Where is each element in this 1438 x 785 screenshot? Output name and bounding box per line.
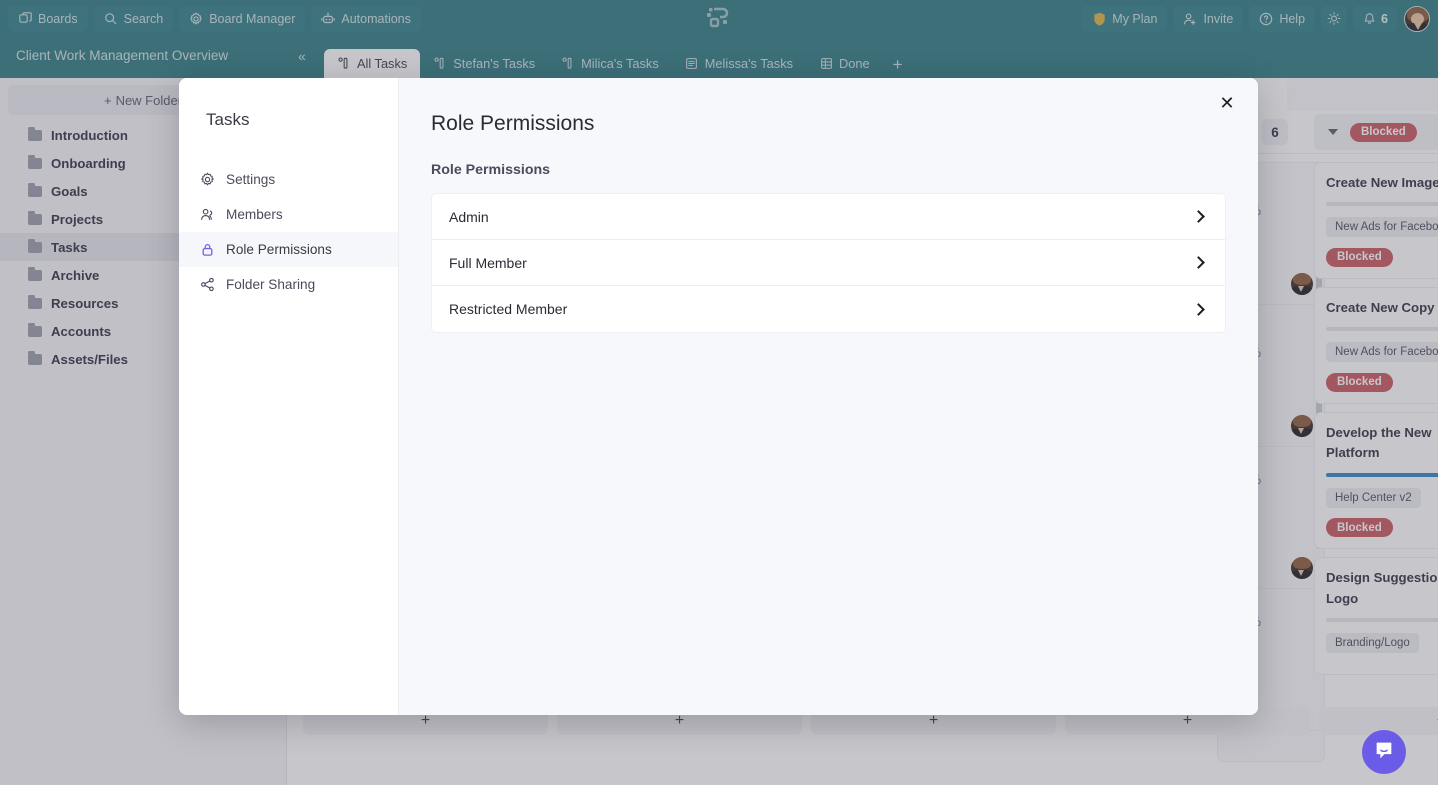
role-row-full-member[interactable]: Full Member <box>432 240 1225 286</box>
chat-bubble-icon <box>1373 739 1395 766</box>
people-icon <box>199 207 215 223</box>
modal-nav-item-role-permissions[interactable]: Role Permissions <box>179 232 398 267</box>
chevron-right-icon[interactable] <box>1192 210 1205 223</box>
share-icon <box>199 277 215 293</box>
modal-nav-item-settings[interactable]: Settings <box>179 162 398 197</box>
modal-nav-label: Members <box>226 207 283 222</box>
role-row-admin[interactable]: Admin <box>432 194 1225 240</box>
role-label: Admin <box>449 208 489 225</box>
lock-icon <box>199 242 215 258</box>
close-icon[interactable]: ✕ <box>1216 92 1238 114</box>
modal-main-panel: ✕ Role Permissions Role Permissions Admi… <box>399 78 1258 715</box>
modal-sidebar: Tasks Settings Members Role Permissions … <box>179 78 399 715</box>
modal-nav-item-folder-sharing[interactable]: Folder Sharing <box>179 267 398 302</box>
modal-sidebar-title: Tasks <box>206 110 250 129</box>
role-list: Admin Full Member Restricted Member <box>431 193 1226 333</box>
chevron-right-icon[interactable] <box>1192 256 1205 269</box>
section-heading: Role Permissions <box>431 162 551 178</box>
app-root: Boards Search Board Manager Automations <box>0 0 1438 785</box>
modal-nav-label: Folder Sharing <box>226 277 316 292</box>
role-label: Full Member <box>449 254 527 271</box>
chevron-right-icon[interactable] <box>1192 302 1205 316</box>
role-row-restricted-member[interactable]: Restricted Member <box>432 286 1225 332</box>
modal-heading: Role Permissions <box>431 112 595 135</box>
intercom-chat-launcher[interactable] <box>1362 730 1406 774</box>
modal-nav-label: Role Permissions <box>226 242 332 257</box>
modal-nav-item-members[interactable]: Members <box>179 197 398 232</box>
modal-nav-label: Settings <box>226 172 276 187</box>
modal-nav: Settings Members Role Permissions Folder… <box>179 162 398 302</box>
role-label: Restricted Member <box>449 301 568 317</box>
gear-icon <box>199 172 215 188</box>
folder-settings-modal: Tasks Settings Members Role Permissions … <box>179 78 1258 715</box>
